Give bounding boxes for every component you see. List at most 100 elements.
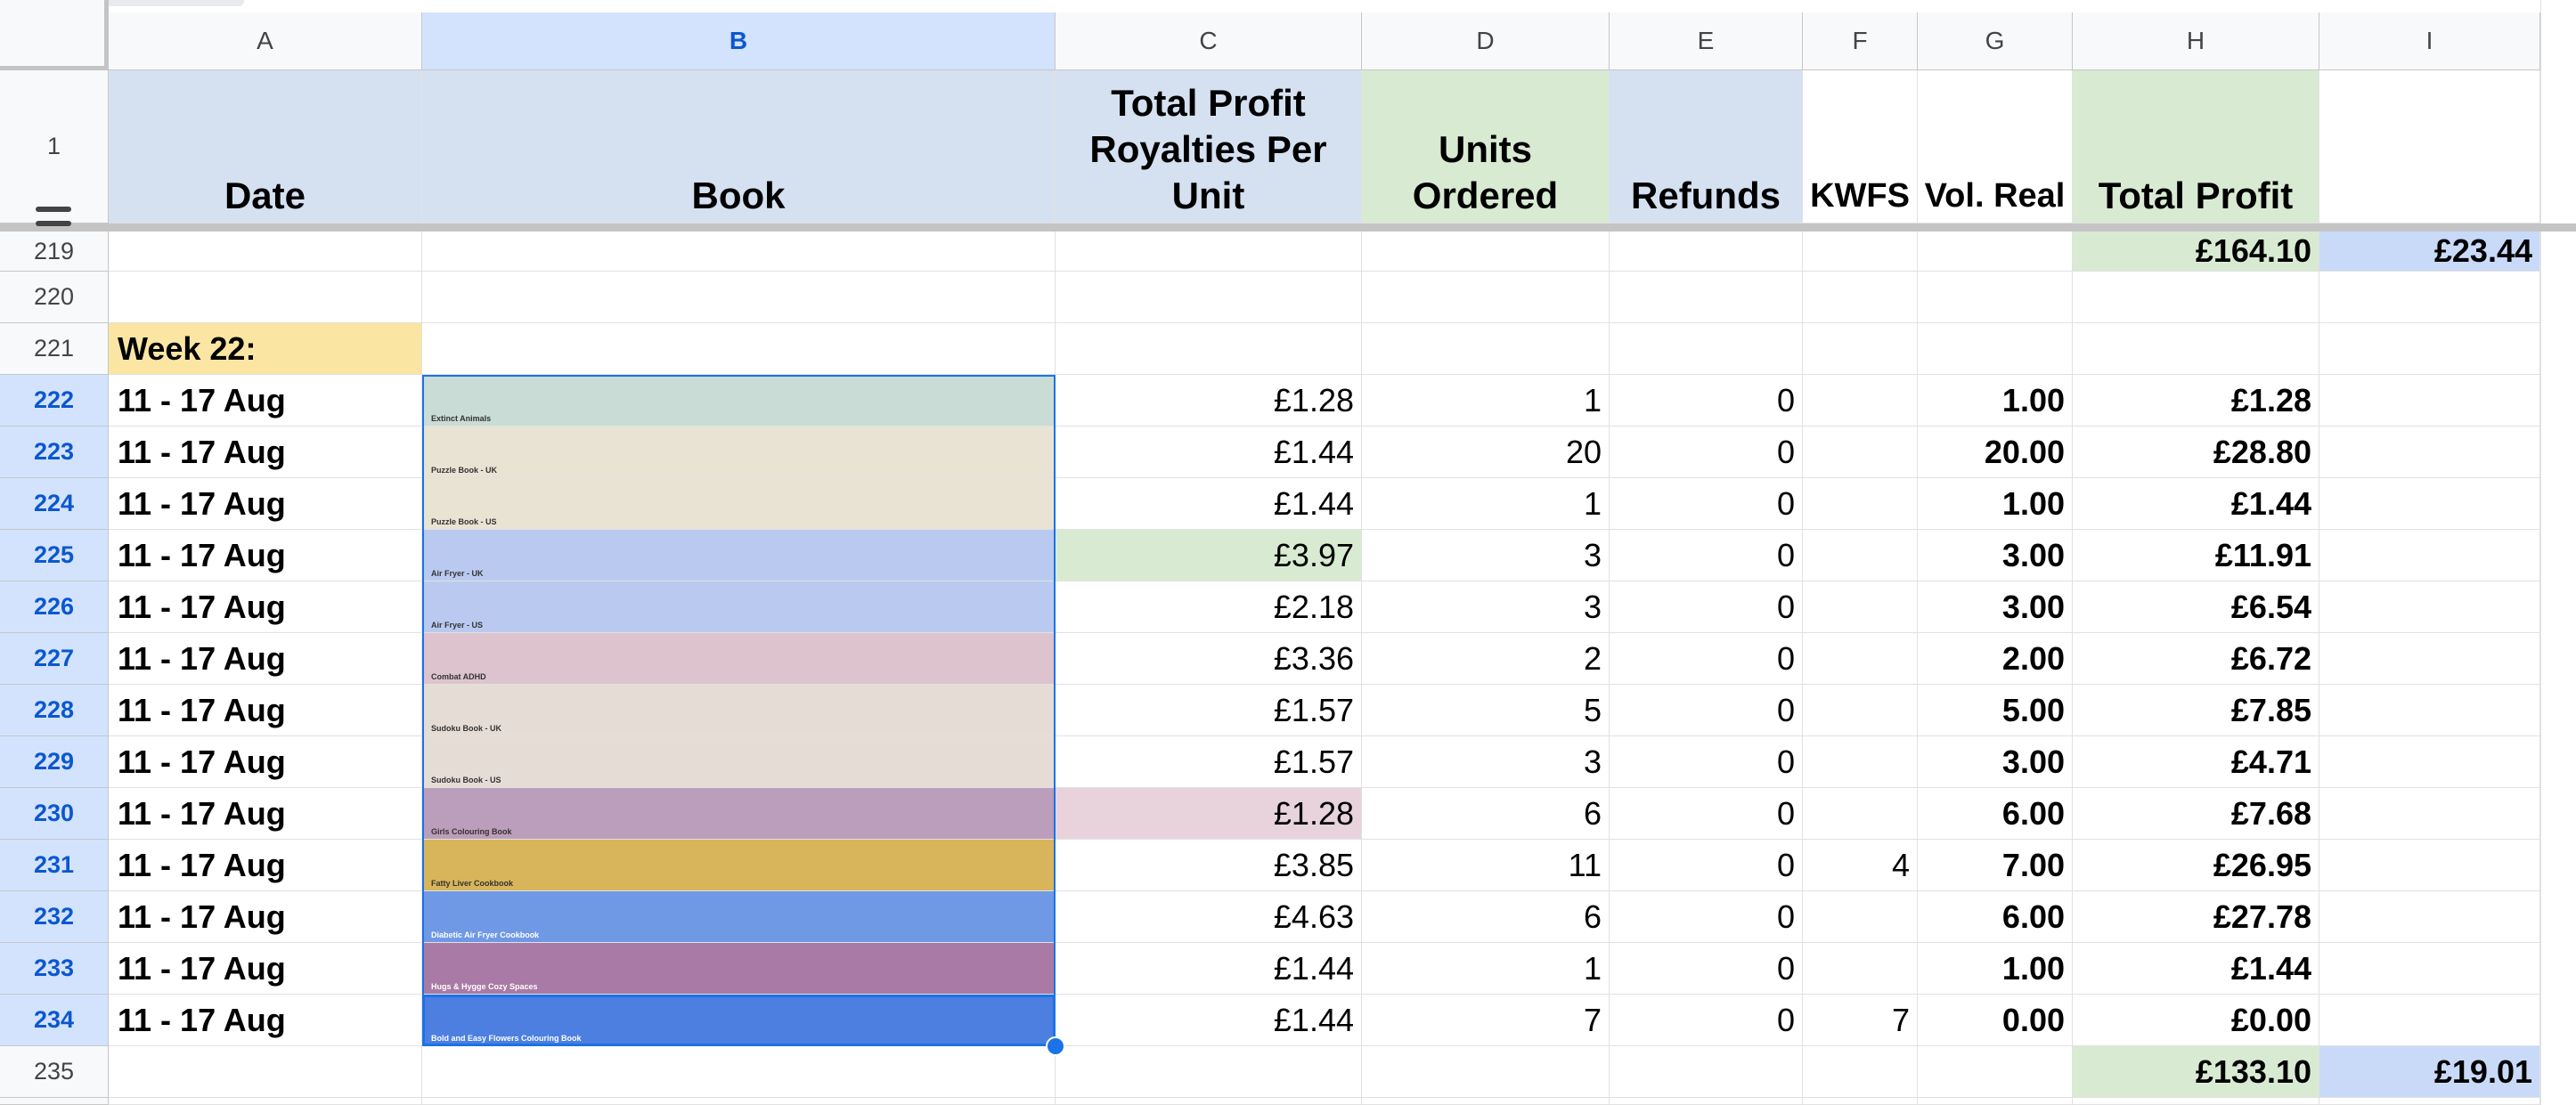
total-profit-cell[interactable]: £27.78 [2073, 891, 2319, 943]
royalty-cell[interactable]: £3.97 [1056, 530, 1362, 581]
date-cell[interactable]: 11 - 17 Aug [109, 891, 422, 943]
date-cell[interactable]: 11 - 17 Aug [109, 530, 422, 581]
empty-cell[interactable] [2319, 581, 2540, 633]
date-cell[interactable]: 11 - 17 Aug [109, 685, 422, 736]
totals-col-vol[interactable] [1918, 232, 2073, 272]
royalty-cell[interactable]: £1.44 [1056, 427, 1362, 478]
empty-cell[interactable] [1918, 323, 2073, 375]
empty-cell[interactable] [2319, 272, 2540, 323]
row-header[interactable]: 228 [0, 685, 109, 736]
kwfs-cell[interactable] [1803, 375, 1918, 427]
empty-cell[interactable] [1610, 272, 1803, 323]
vol-real-cell[interactable]: 1.00 [1918, 943, 2073, 995]
book-cell[interactable]: Fatty Liver Cookbook [422, 840, 1056, 891]
book-cell[interactable]: Sudoku Book - UK [422, 685, 1056, 736]
total-profit-cell[interactable]: £6.72 [2073, 633, 2319, 685]
row-header[interactable]: 221 [0, 323, 109, 375]
royalty-cell[interactable]: £1.57 [1056, 685, 1362, 736]
column-header-h[interactable]: H [2073, 12, 2319, 70]
royalty-cell[interactable]: £1.28 [1056, 375, 1362, 427]
empty-cell[interactable] [1362, 323, 1610, 375]
book-cell[interactable]: Girls Colouring Book [422, 788, 1056, 840]
column-header-g[interactable]: G [1918, 12, 2073, 70]
empty-cell[interactable] [2319, 736, 2540, 788]
date-cell[interactable]: 11 - 17 Aug [109, 633, 422, 685]
royalty-cell[interactable]: £1.57 [1056, 736, 1362, 788]
vol-real-cell[interactable]: 3.00 [1918, 736, 2073, 788]
royalty-cell[interactable]: £1.28 [1056, 788, 1362, 840]
total-profit-cell[interactable]: £0.00 [2073, 995, 2319, 1046]
date-cell[interactable]: 11 - 17 Aug [109, 995, 422, 1046]
units-cell[interactable]: 6 [1362, 891, 1610, 943]
empty-cell[interactable] [2319, 633, 2540, 685]
row-header[interactable]: 234 [0, 995, 109, 1046]
row-header-partial[interactable] [0, 1098, 109, 1105]
refunds-cell[interactable]: 0 [1610, 788, 1803, 840]
vol-real-cell[interactable]: 3.00 [1918, 581, 2073, 633]
empty-cell[interactable] [1803, 272, 1918, 323]
kwfs-cell[interactable] [1803, 685, 1918, 736]
totals-col-extra[interactable]: £19.01 [2319, 1046, 2540, 1098]
empty-cell[interactable] [1362, 272, 1610, 323]
empty-cell[interactable] [2319, 943, 2540, 995]
vol-real-cell[interactable]: 0.00 [1918, 995, 2073, 1046]
empty-cell[interactable] [1056, 272, 1362, 323]
row-header[interactable]: 230 [0, 788, 109, 840]
empty-cell[interactable] [2073, 1098, 2319, 1105]
total-profit-cell[interactable]: £26.95 [2073, 840, 2319, 891]
frozen-rows-divider[interactable] [0, 223, 2576, 232]
empty-cell[interactable] [2319, 788, 2540, 840]
row-header[interactable]: 232 [0, 891, 109, 943]
vol-real-cell[interactable]: 1.00 [1918, 478, 2073, 530]
vol-real-cell[interactable]: 20.00 [1918, 427, 2073, 478]
vol-real-cell[interactable]: 5.00 [1918, 685, 2073, 736]
refunds-cell[interactable]: 0 [1610, 943, 1803, 995]
date-cell[interactable]: 11 - 17 Aug [109, 478, 422, 530]
total-profit-cell[interactable]: £11.91 [2073, 530, 2319, 581]
empty-cell[interactable] [2319, 375, 2540, 427]
header-book[interactable]: Book [422, 70, 1056, 223]
empty-cell[interactable] [2319, 685, 2540, 736]
refunds-cell[interactable]: 0 [1610, 995, 1803, 1046]
totals-col-royalty[interactable] [1056, 232, 1362, 272]
date-cell[interactable]: 11 - 17 Aug [109, 375, 422, 427]
units-cell[interactable]: 2 [1362, 633, 1610, 685]
refunds-cell[interactable]: 0 [1610, 891, 1803, 943]
row-header[interactable]: 222 [0, 375, 109, 427]
kwfs-cell[interactable] [1803, 478, 1918, 530]
row-header[interactable]: 223 [0, 427, 109, 478]
row-header[interactable]: 227 [0, 633, 109, 685]
empty-cell[interactable] [2319, 530, 2540, 581]
empty-cell[interactable] [2319, 1098, 2540, 1105]
empty-cell[interactable] [109, 272, 422, 323]
week-label[interactable]: Week 22: [109, 323, 422, 375]
refunds-cell[interactable]: 0 [1610, 685, 1803, 736]
refunds-cell[interactable]: 0 [1610, 736, 1803, 788]
units-cell[interactable]: 6 [1362, 788, 1610, 840]
book-cell[interactable]: Air Fryer - US [422, 581, 1056, 633]
kwfs-cell[interactable]: 7 [1803, 995, 1918, 1046]
header-date[interactable]: Date [109, 70, 422, 223]
book-cell[interactable]: Air Fryer - UK [422, 530, 1056, 581]
row-header[interactable]: 1 [0, 70, 109, 223]
royalty-cell[interactable]: £1.44 [1056, 995, 1362, 1046]
header-refunds[interactable]: Refunds [1610, 70, 1803, 223]
empty-cell[interactable] [2319, 995, 2540, 1046]
totals-col-refunds[interactable] [1610, 1046, 1803, 1098]
empty-cell[interactable] [422, 323, 1056, 375]
royalty-cell[interactable]: £3.36 [1056, 633, 1362, 685]
totals-col-date[interactable] [109, 1046, 422, 1098]
totals-col-vol[interactable] [1918, 1046, 2073, 1098]
freeze-handle-icon[interactable] [36, 207, 71, 212]
kwfs-cell[interactable] [1803, 943, 1918, 995]
header-vol_real[interactable]: Vol. Real [1918, 70, 2073, 223]
header-kwfs[interactable]: KWFS [1803, 70, 1918, 223]
units-cell[interactable]: 11 [1362, 840, 1610, 891]
total-profit-cell[interactable]: £7.68 [2073, 788, 2319, 840]
total-profit-cell[interactable]: £7.85 [2073, 685, 2319, 736]
totals-col-units[interactable] [1362, 232, 1610, 272]
totals-col-kwfs[interactable] [1803, 232, 1918, 272]
kwfs-cell[interactable] [1803, 633, 1918, 685]
book-cell[interactable]: Puzzle Book - UK [422, 427, 1056, 478]
totals-col-extra[interactable]: £23.44 [2319, 232, 2540, 272]
